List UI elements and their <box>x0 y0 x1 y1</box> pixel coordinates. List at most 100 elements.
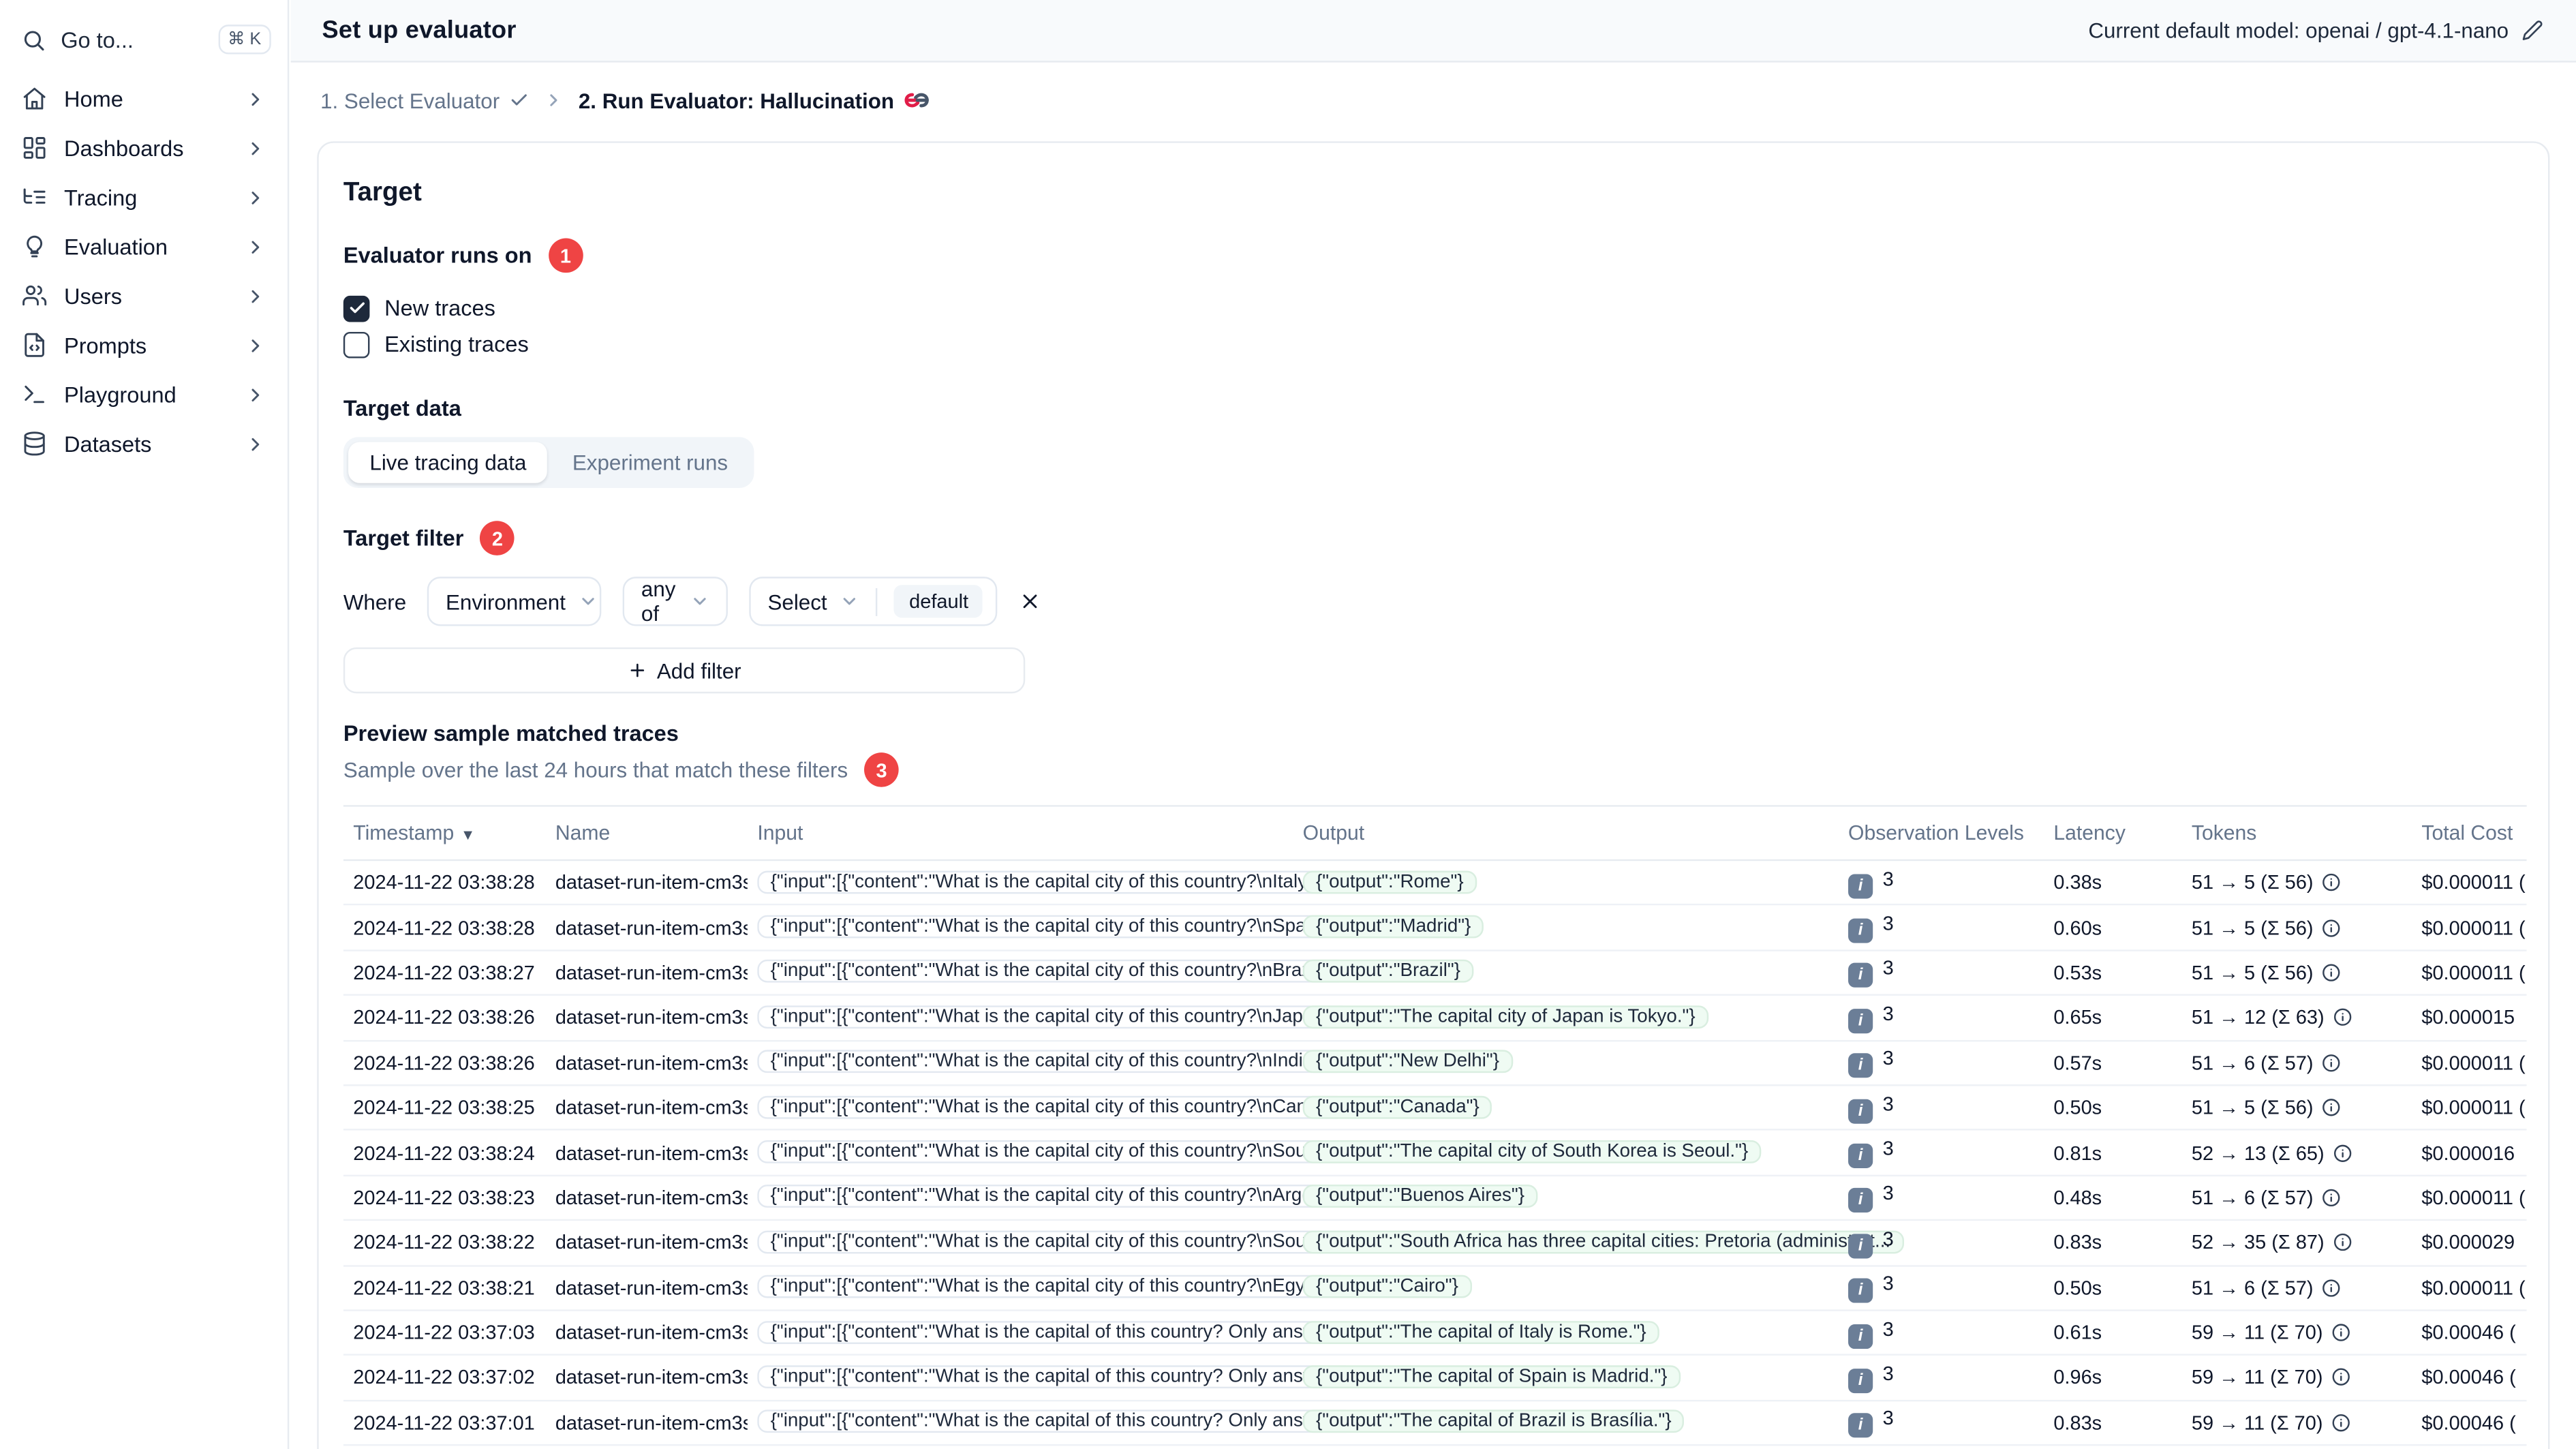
input-cell[interactable]: {"input":[{"content":"What is the capita… <box>757 1140 1351 1163</box>
breadcrumb-step-select-evaluator[interactable]: 1. Select Evaluator <box>320 88 529 112</box>
cell-total-cost: $0.000011 ( <box>2421 1096 2526 1120</box>
checkbox-row-new-traces[interactable]: New traces <box>343 291 2524 326</box>
info-icon[interactable] <box>2322 1188 2342 1208</box>
preview-subtitle: Sample over the last 24 hours that match… <box>343 757 848 782</box>
goto-search[interactable]: Go to... ⌘ K <box>21 25 271 55</box>
cell-total-cost: $0.000011 ( <box>2421 1051 2526 1074</box>
filter-column-select[interactable]: Environment <box>427 577 602 626</box>
output-cell[interactable]: {"output":"The capital of Brazil is Bras… <box>1302 1410 1685 1434</box>
topbar: Set up evaluator Current default model: … <box>290 0 2576 63</box>
info-icon[interactable] <box>2331 1323 2351 1343</box>
output-cell[interactable]: {"output":"Rome"} <box>1302 870 1477 894</box>
info-icon[interactable] <box>2322 873 2342 893</box>
table-row[interactable]: 2024-11-22 03:38:21 dataset-run-item-cm3… <box>343 1266 2527 1311</box>
output-cell[interactable]: {"output":"The capital of Italy is Rome.… <box>1302 1320 1659 1343</box>
sidebar-item-home[interactable]: Home <box>0 74 288 123</box>
table-row[interactable]: 2024-11-22 03:37:03 dataset-run-item-cm3… <box>343 1311 2527 1356</box>
filter-value-select[interactable]: Select default <box>749 577 998 626</box>
table-row[interactable]: 2024-11-22 03:38:23 dataset-run-item-cm3… <box>343 1176 2527 1221</box>
input-cell[interactable]: {"input":[{"content":"What is the capita… <box>757 1320 1356 1343</box>
input-cell[interactable]: {"input":[{"content":"What is the capita… <box>757 915 1350 939</box>
tab-live-tracing-data[interactable]: Live tracing data <box>348 442 548 483</box>
table-row[interactable]: 2024-11-22 03:38:22 dataset-run-item-cm3… <box>343 1221 2527 1266</box>
sidebar-item-playground[interactable]: Playground <box>0 369 288 418</box>
output-cell[interactable]: {"output":"The capital city of South Kor… <box>1302 1140 1762 1163</box>
chevron-right-icon <box>245 433 266 454</box>
info-icon[interactable] <box>2322 918 2342 938</box>
output-cell[interactable]: {"output":"Cairo"} <box>1302 1275 1472 1298</box>
info-icon[interactable] <box>2333 1233 2352 1253</box>
output-cell[interactable]: {"output":"The capital of Spain is Madri… <box>1302 1365 1681 1389</box>
edit-pencil-icon[interactable] <box>2521 20 2543 41</box>
column-header-latency[interactable]: Latency <box>2044 821 2181 844</box>
output-cell[interactable]: {"output":"Brazil"} <box>1302 960 1474 983</box>
input-cell[interactable]: {"input":[{"content":"What is the capita… <box>757 1275 1350 1298</box>
info-icon[interactable] <box>2322 1098 2342 1118</box>
target-data-label: Target data <box>343 395 461 421</box>
info-icon[interactable] <box>2331 1368 2351 1388</box>
input-cell[interactable]: {"input":[{"content":"What is the capita… <box>757 1365 1356 1389</box>
column-header-timestamp[interactable]: Timestamp ▼ <box>343 821 546 844</box>
cell-tokens: 51 → 5 (Σ 56) <box>2181 871 2411 894</box>
output-cell[interactable]: {"output":"Buenos Aires"} <box>1302 1185 1538 1208</box>
column-header-output[interactable]: Output <box>1293 821 1838 844</box>
search-icon <box>24 30 44 50</box>
sidebar-item-evaluation[interactable]: Evaluation <box>0 222 288 271</box>
info-icon[interactable] <box>2322 1278 2342 1298</box>
sidebar-item-users[interactable]: Users <box>0 271 288 320</box>
column-header-observation-levels[interactable]: Observation Levels <box>1839 821 2044 844</box>
input-cell[interactable]: {"input":[{"content":"What is the capita… <box>757 1095 1347 1118</box>
table-row[interactable]: 2024-11-22 03:38:25 dataset-run-item-cm3… <box>343 1086 2527 1131</box>
cell-observation-levels: i3 <box>1839 1137 2044 1169</box>
input-cell[interactable]: {"input":[{"content":"What is the capita… <box>757 1185 1352 1208</box>
table-row[interactable]: 2024-11-22 03:37:01 dataset-run-item-cm3… <box>343 1401 2527 1446</box>
info-icon[interactable] <box>2322 963 2342 983</box>
input-cell[interactable]: {"input":[{"content":"What is the capita… <box>757 960 1349 983</box>
output-cell[interactable]: {"output":"Madrid"} <box>1302 915 1484 939</box>
filter-value-chip-default[interactable]: default <box>894 585 983 618</box>
sidebar-item-dashboards[interactable]: Dashboards <box>0 123 288 172</box>
table-row[interactable]: 2024-11-22 03:38:24 dataset-run-item-cm3… <box>343 1131 2527 1176</box>
table-row[interactable]: 2024-11-22 03:38:28 dataset-run-item-cm3… <box>343 861 2527 906</box>
input-cell[interactable]: {"input":[{"content":"What is the capita… <box>757 1050 1349 1073</box>
preview-traces-table: Timestamp ▼ Name Input Output Observation… <box>343 805 2527 1446</box>
table-row[interactable]: 2024-11-22 03:38:27 dataset-run-item-cm3… <box>343 951 2527 996</box>
column-header-total-cost[interactable]: Total Cost <box>2412 821 2527 844</box>
column-header-name[interactable]: Name <box>545 821 748 844</box>
cell-tokens: 59 → 11 (Σ 70) <box>2181 1411 2411 1434</box>
column-header-tokens[interactable]: Tokens <box>2181 821 2411 844</box>
info-icon[interactable] <box>2333 1143 2352 1163</box>
cell-latency: 0.96s <box>2053 1366 2102 1390</box>
output-cell[interactable]: {"output":"South Africa has three capita… <box>1302 1230 1904 1253</box>
remove-filter-button[interactable] <box>1019 590 1043 613</box>
cell-total-cost: $0.000016 <box>2421 1141 2515 1165</box>
info-icon[interactable] <box>2331 1413 2351 1433</box>
sidebar-item-prompts[interactable]: Prompts <box>0 320 288 369</box>
cell-name: dataset-run-item-cm3s4 <box>555 1366 748 1390</box>
filter-operator-select[interactable]: any of <box>623 577 729 626</box>
output-cell[interactable]: {"output":"The capital city of Japan is … <box>1302 1005 1708 1028</box>
sidebar-item-datasets[interactable]: Datasets <box>0 419 288 468</box>
evaluator-runs-on-label: Evaluator runs on <box>343 243 532 268</box>
info-icon[interactable] <box>2322 1053 2342 1073</box>
checkbox-row-existing-traces[interactable]: Existing traces <box>343 327 2524 362</box>
output-cell[interactable]: {"output":"New Delhi"} <box>1302 1050 1513 1073</box>
table-row[interactable]: 2024-11-22 03:38:26 dataset-run-item-cm3… <box>343 996 2527 1041</box>
new-traces-checkbox[interactable] <box>343 294 370 322</box>
input-cell[interactable]: {"input":[{"content":"What is the capita… <box>757 870 1348 894</box>
tab-experiment-runs[interactable]: Experiment runs <box>551 442 750 483</box>
table-row[interactable]: 2024-11-22 03:38:28 dataset-run-item-cm3… <box>343 906 2527 951</box>
input-cell[interactable]: {"input":[{"content":"What is the capita… <box>757 1410 1356 1434</box>
cell-name: dataset-run-item-cm3s4 <box>555 961 748 984</box>
input-cell[interactable]: {"input":[{"content":"What is the capita… <box>757 1005 1353 1028</box>
info-icon[interactable] <box>2333 1008 2352 1028</box>
table-row[interactable]: 2024-11-22 03:38:26 dataset-run-item-cm3… <box>343 1041 2527 1086</box>
existing-traces-checkbox[interactable] <box>343 331 370 358</box>
cell-name: dataset-run-item-cm3s4 <box>555 1051 748 1074</box>
table-row[interactable]: 2024-11-22 03:37:02 dataset-run-item-cm3… <box>343 1356 2527 1401</box>
input-cell[interactable]: {"input":[{"content":"What is the capita… <box>757 1230 1351 1253</box>
column-header-input[interactable]: Input <box>748 821 1293 844</box>
add-filter-button[interactable]: Add filter <box>343 647 1026 694</box>
sidebar-item-tracing[interactable]: Tracing <box>0 172 288 222</box>
output-cell[interactable]: {"output":"Canada"} <box>1302 1095 1493 1118</box>
